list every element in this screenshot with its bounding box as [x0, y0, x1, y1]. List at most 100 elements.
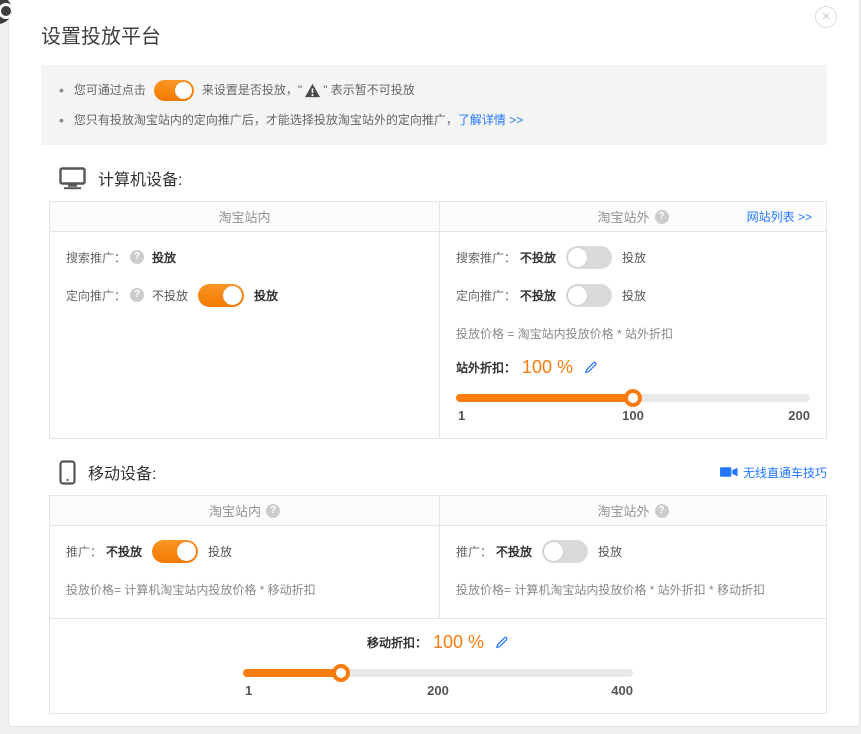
slider-fill: [243, 669, 341, 677]
tick-min: 1: [458, 408, 465, 423]
page-title: 设置投放平台: [9, 0, 859, 49]
state-off-label: 不投放: [106, 543, 142, 560]
notice-2-text: 您只有投放淘宝站内的定向推广后，才能选择投放淘宝站外的定向推广，: [74, 105, 458, 135]
computer-offsite-header-label: 淘宝站外: [597, 207, 649, 226]
mobile-onsite-toggle[interactable]: [152, 540, 198, 563]
toggle-knob: [568, 248, 587, 267]
state-on-label: 投放: [622, 287, 646, 304]
mobile-section-header: 移动设备: 无线直通车技巧: [59, 457, 827, 487]
offsite-discount-slider[interactable]: [456, 394, 810, 402]
slider-fill: [456, 394, 633, 402]
state-on-label: 投放: [208, 543, 232, 560]
onsite-target-row: 定向推广： ? 不投放 投放: [66, 276, 423, 314]
slider-handle[interactable]: [332, 664, 350, 682]
computer-section-header: 计算机设备:: [59, 163, 827, 193]
computer-offsite-header: 淘宝站外 ? 网站列表 >>: [440, 202, 826, 231]
state-on-label: 投放: [254, 287, 278, 304]
help-icon[interactable]: ?: [130, 288, 144, 302]
mobile-slider-wrap: 1 200 400: [243, 669, 633, 703]
state-off-label: 不投放: [520, 287, 556, 304]
toggle-knob: [544, 542, 563, 561]
offsite-discount-label: 站外折扣：: [456, 359, 516, 376]
computer-onsite-header: 淘宝站内: [50, 202, 440, 231]
site-list-link[interactable]: 网站列表 >>: [747, 202, 812, 232]
offsite-target-toggle[interactable]: [566, 284, 612, 307]
offsite-search-toggle[interactable]: [566, 246, 612, 269]
computer-offsite-cell: 搜索推广： 不投放 投放 定向推广： 不投放 投放 投放价格 = 淘宝站内投放价…: [440, 232, 826, 438]
help-icon[interactable]: ?: [655, 210, 669, 224]
mobile-discount-section: 移动折扣： 100 % 1 200 400: [50, 618, 826, 713]
video-camera-icon: [720, 465, 738, 479]
offsite-target-row: 定向推广： 不投放 投放: [456, 276, 810, 314]
computer-table-header: 淘宝站内 淘宝站外 ? 网站列表 >>: [50, 202, 826, 232]
mobile-offsite-cell: 推广： 不投放 投放 投放价格= 计算机淘宝站内投放价格 * 站外折扣 * 移动…: [440, 526, 826, 618]
toggle-knob: [175, 82, 192, 99]
computer-table: 淘宝站内 淘宝站外 ? 网站列表 >> 搜索推广： ? 投放 定向推广： ? 不…: [49, 201, 827, 439]
mobile-discount-row: 移动折扣： 100 %: [50, 627, 826, 657]
computer-onsite-header-label: 淘宝站内: [218, 207, 270, 226]
wireless-tips-link[interactable]: 无线直通车技巧: [743, 464, 827, 481]
notice-1-mid: 来设置是否投放，": [202, 75, 302, 105]
toggle-knob: [568, 286, 587, 305]
mobile-onsite-cell: 推广： 不投放 投放 投放价格= 计算机淘宝站内投放价格 * 移动折扣: [50, 526, 440, 618]
offsite-discount-value: 100 %: [522, 357, 573, 378]
mobile-discount-slider[interactable]: [243, 669, 633, 677]
mobile-table-header: 淘宝站内 ? 淘宝站外 ?: [50, 496, 826, 526]
mobile-onsite-promo-row: 推广： 不投放 投放: [66, 532, 423, 570]
mobile-onsite-header: 淘宝站内 ?: [50, 496, 440, 525]
mobile-discount-label: 移动折扣：: [367, 634, 427, 651]
mobile-offsite-promo-row: 推广： 不投放 投放: [456, 532, 810, 570]
mobile-slider-ticks: 1 200 400: [243, 683, 633, 703]
mobile-table: 淘宝站内 ? 淘宝站外 ? 推广： 不投放 投放 投放价格= 计算机淘宝站内投放…: [49, 495, 827, 714]
notice-1-pre: 您可通过点击: [74, 75, 146, 105]
mobile-onsite-formula: 投放价格= 计算机淘宝站内投放价格 * 移动折扣: [66, 570, 423, 608]
notice-line-2: • 您只有投放淘宝站内的定向推广后，才能选择投放淘宝站外的定向推广， 了解详情 …: [59, 105, 809, 135]
help-icon[interactable]: ?: [266, 504, 280, 518]
mobile-table-body: 推广： 不投放 投放 投放价格= 计算机淘宝站内投放价格 * 移动折扣 推广： …: [50, 526, 826, 618]
mobile-onsite-header-label: 淘宝站内: [209, 501, 261, 520]
help-icon[interactable]: ?: [655, 504, 669, 518]
slider-handle[interactable]: [624, 389, 642, 407]
mobile-onsite-promo-label: 推广：: [66, 543, 102, 560]
notice-box: • 您可通过点击 来设置是否投放，" " 表示暂不可投放 • 您只有投放淘宝站内…: [41, 65, 827, 145]
help-icon[interactable]: ?: [130, 250, 144, 264]
learn-more-link[interactable]: 了解详情 >>: [458, 105, 523, 135]
toggle-knob: [177, 542, 196, 561]
state-off-label: 不投放: [520, 249, 556, 266]
mobile-offsite-header-label: 淘宝站外: [597, 501, 649, 520]
mobile-offsite-toggle[interactable]: [542, 540, 588, 563]
onsite-target-toggle[interactable]: [198, 284, 244, 307]
state-on-label: 投放: [622, 249, 646, 266]
offsite-discount-row: 站外折扣： 100 %: [456, 352, 810, 382]
mobile-offsite-promo-label: 推广：: [456, 543, 492, 560]
edit-pencil-icon[interactable]: [583, 360, 598, 375]
edit-pencil-icon[interactable]: [494, 635, 509, 650]
bullet-icon: •: [59, 75, 64, 105]
close-icon[interactable]: ×: [815, 6, 837, 28]
mobile-discount-value: 100 %: [433, 632, 484, 653]
tick-max: 200: [788, 408, 810, 423]
computer-table-body: 搜索推广： ? 投放 定向推广： ? 不投放 投放 搜索推广： 不投放 投放: [50, 232, 826, 438]
bullet-icon: •: [59, 105, 64, 135]
offsite-target-label: 定向推广：: [456, 287, 516, 304]
mobile-phone-icon: [59, 460, 76, 485]
state-on-label: 投放: [598, 543, 622, 560]
offsite-search-label: 搜索推广：: [456, 249, 516, 266]
notice-line-1: • 您可通过点击 来设置是否投放，" " 表示暂不可投放: [59, 75, 809, 105]
onsite-search-label: 搜索推广：: [66, 249, 126, 266]
mobile-offsite-formula: 投放价格= 计算机淘宝站内投放价格 * 站外折扣 * 移动折扣: [456, 570, 810, 608]
example-toggle: [154, 80, 194, 101]
offsite-price-formula: 投放价格 = 淘宝站内投放价格 * 站外折扣: [456, 314, 810, 352]
mobile-section-title: 移动设备:: [88, 460, 156, 484]
onsite-search-row: 搜索推广： ? 投放: [66, 238, 423, 276]
notice-1-post: " 表示暂不可投放: [323, 75, 415, 105]
state-off-label: 不投放: [496, 543, 532, 560]
tick-max: 400: [611, 683, 633, 698]
computer-onsite-cell: 搜索推广： ? 投放 定向推广： ? 不投放 投放: [50, 232, 440, 438]
warning-triangle-icon: [304, 83, 321, 98]
offsite-slider-ticks: 1 100 200: [456, 408, 810, 428]
mobile-offsite-header: 淘宝站外 ?: [440, 496, 826, 525]
tick-mid: 200: [427, 683, 449, 698]
state-off-label: 不投放: [152, 287, 188, 304]
toggle-knob: [223, 286, 242, 305]
